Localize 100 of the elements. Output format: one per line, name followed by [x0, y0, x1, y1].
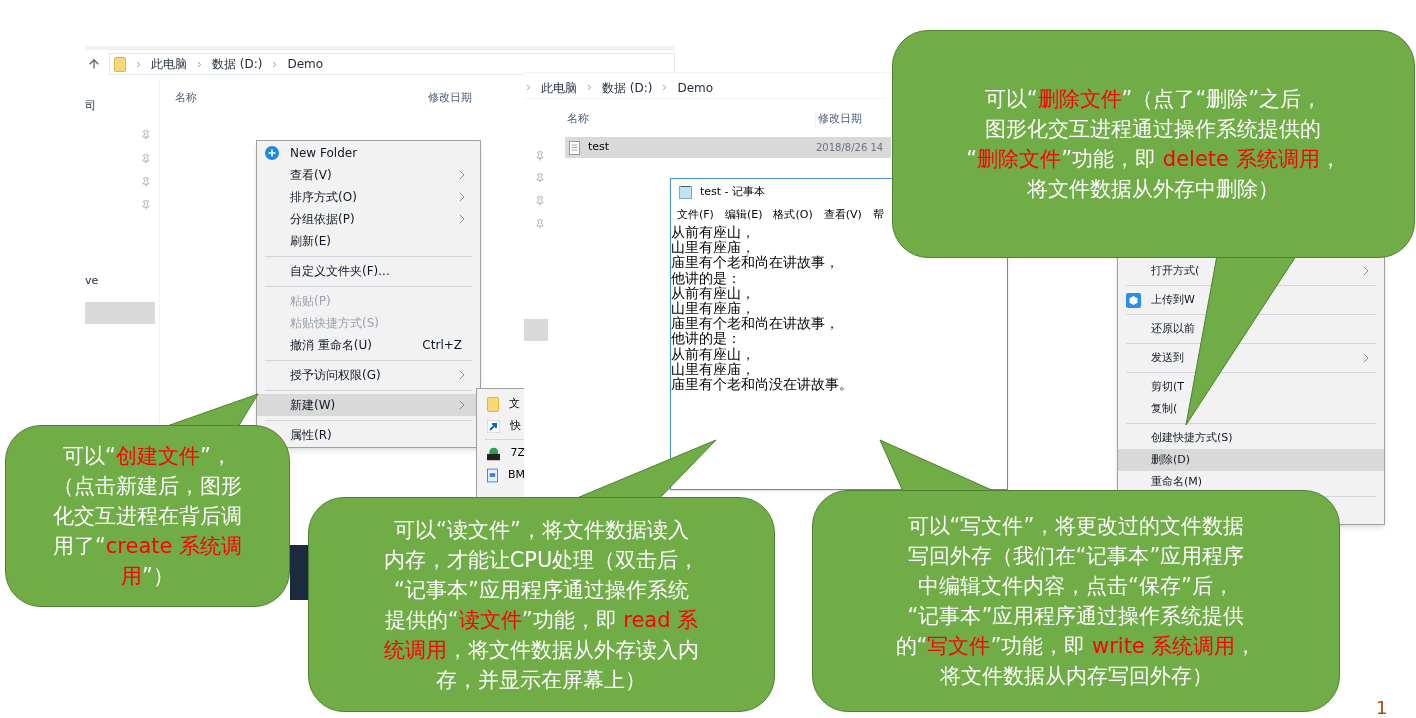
pin-icon [535, 173, 545, 183]
menu-label: 删除(D) [1151, 451, 1192, 468]
menu-item[interactable]: 刷新(E) [257, 230, 480, 252]
menu-label: 分组依据(P) [290, 211, 356, 228]
text-line: 庙里有个老和尚没在讲故事。 [671, 377, 854, 393]
pin-icon [141, 200, 151, 210]
menu-label: 排序方式(O) [290, 189, 358, 206]
menu-item[interactable]: 查看(V) [257, 164, 480, 186]
text-line: 山里有座庙， [671, 240, 756, 256]
menu-label: 撤消 重命名(U) [290, 337, 373, 354]
shortcut-arrow-icon [487, 419, 500, 433]
menu-item[interactable]: 重命名(M) [1118, 471, 1384, 493]
text-line: 从前有座山， [671, 285, 756, 301]
menu-item[interactable]: 打开方式( [1118, 260, 1384, 282]
breadcrumb-item[interactable]: 此电脑 [151, 55, 187, 73]
folder-icon [114, 56, 126, 72]
menu-item[interactable]: 剪切(T [1118, 376, 1384, 398]
menu-item[interactable]: 自定义文件夹(F)... [257, 260, 480, 282]
text-line: 山里有座庙， [671, 361, 756, 377]
menu-label: 还原以前 [1151, 320, 1196, 337]
pin-icon [535, 151, 545, 161]
page-number: 1 [1376, 696, 1388, 718]
cube-icon [1126, 292, 1141, 308]
menu-item[interactable]: 7Z [477, 442, 525, 464]
menu-item[interactable]: 发送到 [1118, 347, 1384, 369]
menu-item[interactable]: BM [477, 464, 525, 486]
callout-text: 可以“删除文件”（点了“删除”之后， 图形化交互进程通过操作系统提供的 “删除文件”功能，即 delete 系统调用， 将文件数据从外存中删除） [966, 86, 1341, 203]
menu-item[interactable]: 排序方式(O) [257, 186, 480, 208]
menu-item[interactable]: 上传到W [1118, 289, 1384, 311]
pin-icon [535, 196, 545, 206]
menu-label: 发送到 [1151, 349, 1185, 366]
menu-bar-item[interactable]: 格式(O) [773, 206, 813, 224]
sidebar-highlight [85, 302, 155, 324]
breadcrumb-item[interactable]: 此电脑 [541, 78, 577, 97]
menu-item[interactable]: 复制( [1118, 398, 1384, 420]
text-line: 他讲的是： [671, 270, 742, 286]
menu-item[interactable]: 文 [477, 393, 525, 415]
menu-item[interactable]: 创建快捷方式(S) [1118, 427, 1384, 449]
menu-label: 剪切(T [1151, 378, 1185, 395]
chevron-icon [195, 59, 204, 69]
pin-icon [141, 154, 151, 164]
notepad-icon [679, 185, 692, 199]
text-line: 庙里有个老和尚在讲故事， [671, 255, 840, 271]
callout-text: 可以“读文件”，将文件数据读入 内存，才能让CPU处理（双击后， “记事本”应用程序通过操作系统 提供的“读文件”功能，即 read 系 统调用，将文件数据从外存读入内 存，并显示在屏幕上） [383, 516, 700, 694]
menu-item[interactable]: 还原以前 [1118, 318, 1384, 340]
text-area[interactable]: 从前有座山， 山里有座庙， 庙里有个老和尚在讲故事， 他讲的是： 从前有座山， 山里有座庙， 庙里有个老和尚在讲故事， 他讲的是： 从前有座山， 山里有座庙， 庙里有个老和尚没在讲故事。 [671, 225, 1007, 393]
archive-icon [487, 445, 501, 461]
menu-item[interactable]: 分组依据(P) [257, 208, 480, 230]
menu-label: 查看(V) [290, 167, 333, 184]
menu-bar-item[interactable]: 查看(V) [823, 206, 862, 224]
breadcrumb-item[interactable]: Demo [287, 55, 324, 73]
menu-label: 创建快捷方式(S) [1151, 429, 1234, 446]
breadcrumb-item[interactable]: 数据 (D:) [602, 78, 653, 97]
menu-label: 自定义文件夹(F)... [290, 263, 391, 280]
sidebar-label[interactable]: ve [85, 272, 99, 289]
breadcrumb-item[interactable]: 数据 (D:) [212, 55, 263, 73]
menu-bar-item[interactable]: 文件(F) [677, 206, 714, 224]
file-name: test [588, 139, 611, 156]
text-line: 从前有座山， [671, 346, 756, 362]
menu-bar-item[interactable]: 编辑(E) [724, 206, 763, 224]
text-line: 他讲的是： [671, 331, 742, 347]
pin-icon [535, 219, 545, 229]
sidebar-label[interactable]: 司 [85, 98, 99, 115]
menu-label: 属性(R) [290, 427, 333, 444]
chevron-icon [524, 83, 533, 92]
column-header[interactable]: 名称 [567, 111, 815, 128]
menu-label: 打开方式( [1151, 262, 1201, 279]
folder-icon [487, 396, 499, 412]
column-header[interactable]: 修改日期 [425, 90, 472, 107]
menu-label: 复制( [1151, 400, 1179, 417]
chevron-icon [585, 83, 594, 92]
menu-label: 新建(W) [290, 397, 337, 414]
chevron-icon [134, 59, 143, 69]
file-row[interactable]: test 2018/8/26 14 [565, 137, 891, 158]
menu-item[interactable]: 撤消 重命名(U) Ctrl+Z [257, 334, 480, 356]
menu-item[interactable]: New Folder [257, 142, 480, 164]
callout-text: 可以“写文件”，将更改过的文件数据 写回外存（我们在“记事本”应用程序 中编辑文件内容，点击“保存”后， “记事本”应用程序通过操作系统提供 的“写文件”功能，即 write 系统调用， 将文件数据从内存写回外存） [895, 513, 1257, 690]
plus-circle-icon [265, 146, 279, 160]
window-title: test - 记事本 [700, 183, 766, 200]
menu-item[interactable]: 删除(D) [1118, 449, 1384, 471]
menu-label: 重命名(M) [1151, 473, 1204, 490]
address-bar[interactable]: 此电脑 数据 (D:) Demo [524, 77, 886, 99]
column-header[interactable]: 名称 [175, 90, 425, 107]
text-line: 山里有座庙， [671, 301, 756, 316]
menu-label: 上传到W [1151, 291, 1196, 308]
image-file-icon [487, 467, 498, 483]
pin-icon [141, 177, 151, 187]
menu-item[interactable]: 快 [477, 415, 525, 437]
text-line: 从前有座山， [671, 225, 756, 240]
file-date: 2018/8/26 14 [816, 141, 884, 155]
breadcrumb-item[interactable]: Demo [677, 78, 714, 97]
sidebar-highlight [524, 319, 548, 341]
menu-bar-item[interactable]: 帮 [872, 206, 884, 224]
text-line: 庙里有个老和尚在讲故事， [671, 316, 840, 332]
menu-label: 粘贴快捷方式(S) [290, 315, 380, 332]
menu-label: 粘贴(P) [290, 293, 332, 310]
column-header[interactable]: 修改日期 [815, 111, 862, 128]
pin-icon [141, 130, 151, 140]
menu-item[interactable]: 授予访问权限(G) [257, 364, 480, 386]
text-file-icon [569, 140, 580, 155]
